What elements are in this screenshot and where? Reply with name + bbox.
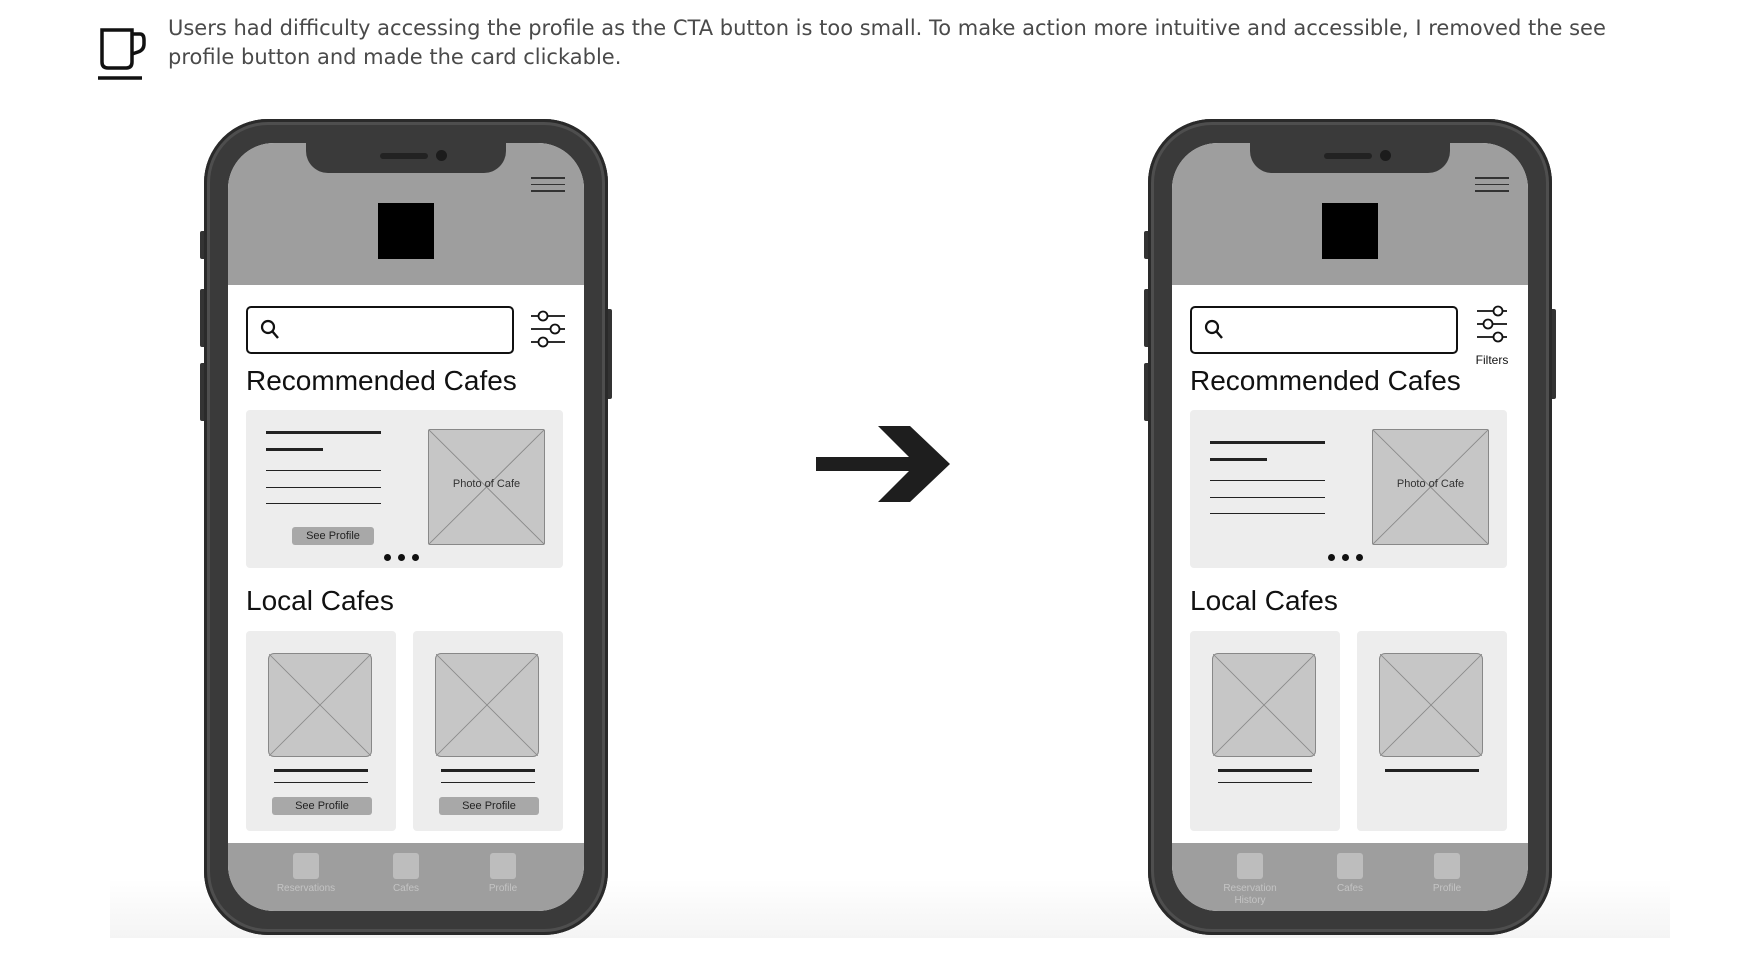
reservations-icon [1237,853,1263,879]
section-title-local: Local Cafes [1190,585,1338,616]
logo [378,203,434,259]
tab-label: Cafes [392,883,420,894]
speaker [1324,153,1372,159]
text-line [266,503,381,505]
text-line [274,769,368,772]
header-banner [1172,143,1528,285]
text-line [1210,441,1325,444]
intro-section: Users had difficulty accessing the profi… [96,14,1676,80]
cafe-photo-placeholder [1379,653,1483,757]
filter-sliders-icon[interactable] [1473,304,1511,346]
intro-text: Users had difficulty accessing the profi… [168,16,1606,69]
section-title-local: Local Cafes [246,585,394,616]
phone-screen: Recommended Cafes See Profile Photo of C… [228,143,584,911]
profile-icon [490,853,516,879]
cafe-photo-placeholder [435,653,539,757]
right-arrow-icon [816,426,950,502]
photo-label: Photo of Cafe [452,478,521,490]
see-profile-button[interactable]: See Profile [292,527,374,545]
hamburger-menu-icon[interactable] [531,177,565,193]
text-line [266,448,323,451]
phone-before: Recommended Cafes See Profile Photo of C… [200,119,612,935]
carousel-dots[interactable] [384,548,428,561]
search-input[interactable] [246,306,514,354]
local-cafe-card: See Profile [413,631,563,831]
search-icon [1204,319,1223,339]
bottom-tab-bar: Reservations Cafes Profile [228,843,584,911]
recommended-card: See Profile Photo of Cafe [246,410,563,568]
reservations-icon [293,853,319,879]
phone-screen: Filters Recommended Cafes Photo of Cafe … [1172,143,1528,911]
tab-label: Reservation History [1223,883,1277,906]
search-input[interactable] [1190,306,1458,354]
see-profile-button[interactable]: See Profile [272,797,372,815]
text-line [1210,497,1325,499]
cafe-photo-placeholder [1212,653,1316,757]
text-line [1385,769,1479,772]
carousel-dots[interactable] [1328,548,1372,561]
text-line [1210,513,1325,515]
search-icon [260,319,279,339]
cafes-icon [1337,853,1363,879]
notch [1250,143,1450,173]
cafe-photo-placeholder [268,653,372,757]
text-line [441,769,535,772]
tab-reservation-history[interactable]: Reservation History [1210,853,1290,907]
text-line [1210,480,1325,482]
tab-label: Profile [1432,883,1462,894]
filter-sliders-icon[interactable] [529,308,567,350]
tab-reservations[interactable]: Reservations [266,853,346,895]
see-profile-button[interactable]: See Profile [439,797,539,815]
text-line [266,487,381,489]
text-line [1218,769,1312,772]
hamburger-menu-icon[interactable] [1475,177,1509,193]
notch [306,143,506,173]
cafes-icon [393,853,419,879]
text-line [1210,458,1267,461]
bottom-tab-bar: Reservation History Cafes Profile [1172,843,1528,911]
filters-label[interactable]: Filters [1468,353,1516,367]
text-line [266,470,381,472]
text-line [1218,782,1312,784]
local-cafe-card[interactable] [1357,631,1507,831]
tab-label: Cafes [1336,883,1364,894]
tab-label: Reservations [276,883,336,894]
cafe-photo-placeholder: Photo of Cafe [1372,429,1489,545]
local-cafe-card: See Profile [246,631,396,831]
text-line [266,431,381,434]
cafe-photo-placeholder: Photo of Cafe [428,429,545,545]
header-banner [228,143,584,285]
phone-after: Filters Recommended Cafes Photo of Cafe … [1144,119,1556,935]
local-cafe-card[interactable] [1190,631,1340,831]
recommended-card[interactable]: Photo of Cafe [1190,410,1507,568]
tab-cafes[interactable]: Cafes [1310,853,1390,895]
tab-profile[interactable]: Profile [1407,853,1487,895]
photo-label: Photo of Cafe [1396,478,1465,490]
camera [1380,150,1391,161]
section-title-recommended: Recommended Cafes [246,365,517,396]
section-title-recommended: Recommended Cafes [1190,365,1461,396]
profile-icon [1434,853,1460,879]
tab-label: Profile [488,883,518,894]
speaker [380,153,428,159]
tab-profile[interactable]: Profile [463,853,543,895]
text-line [274,782,368,784]
coffee-cup-icon [98,28,146,80]
tab-cafes[interactable]: Cafes [366,853,446,895]
logo [1322,203,1378,259]
text-line [441,782,535,784]
camera [436,150,447,161]
